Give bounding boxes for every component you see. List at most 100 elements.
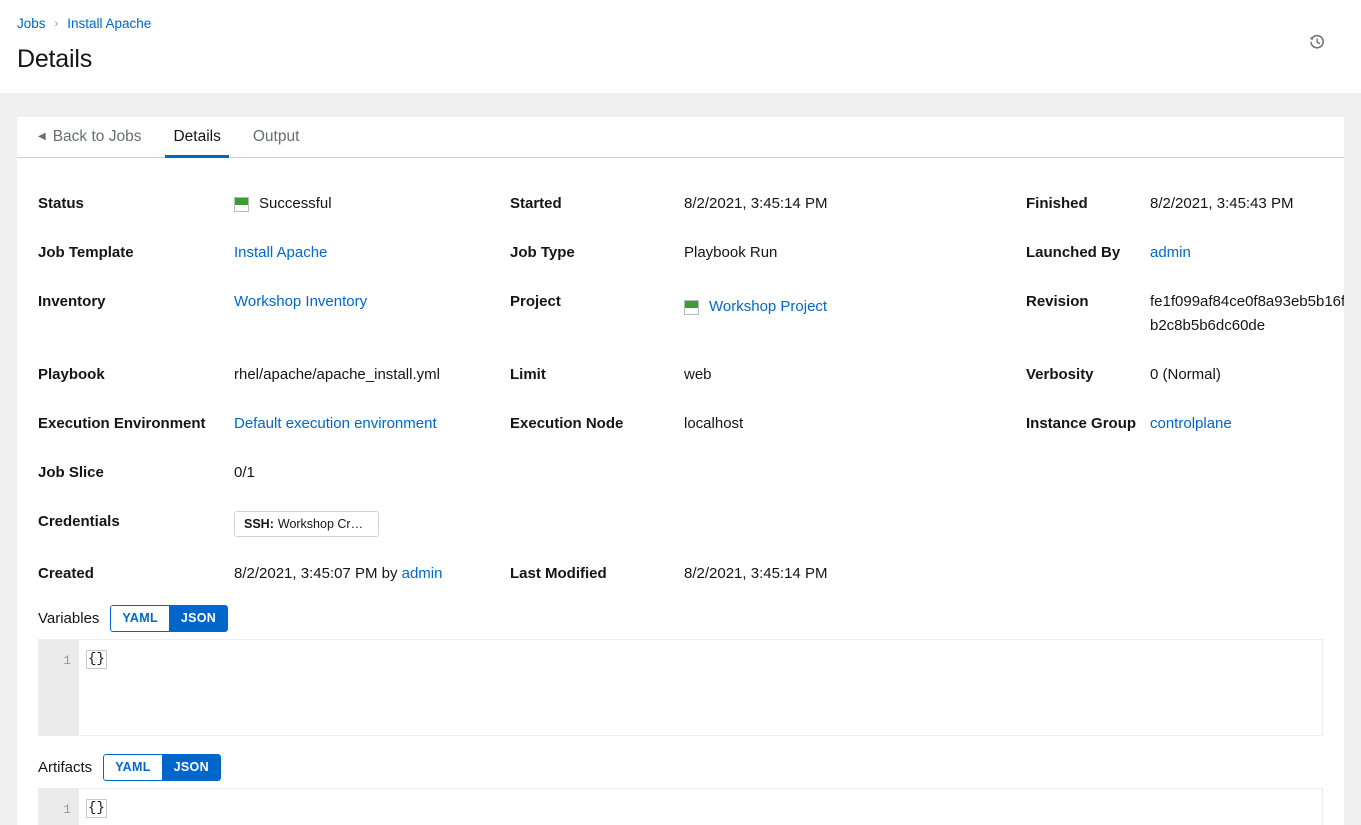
- value-execution-node: localhost: [684, 415, 744, 432]
- status-text: Successful: [259, 195, 332, 212]
- history-icon[interactable]: [1303, 28, 1331, 56]
- label-status: Status: [38, 195, 84, 212]
- label-project: Project: [510, 293, 561, 310]
- chevron-right-icon: ›: [54, 17, 59, 30]
- label-playbook: Playbook: [38, 366, 105, 383]
- spacer-i: [1026, 550, 1150, 576]
- artifacts-yaml-button[interactable]: YAML: [103, 754, 162, 781]
- artifacts-gutter: 1: [39, 789, 79, 825]
- label-limit: Limit: [510, 366, 546, 383]
- link-job-template[interactable]: Install Apache: [234, 244, 327, 261]
- variables-format-toggle: YAML JSON: [110, 605, 229, 632]
- value-started: 8/2/2021, 3:45:14 PM: [684, 195, 828, 212]
- value-finished: 8/2/2021, 3:45:43 PM: [1150, 195, 1294, 212]
- label-launched-by: Launched By: [1026, 244, 1121, 261]
- label-verbosity: Verbosity: [1026, 366, 1094, 383]
- variables-yaml-button[interactable]: YAML: [110, 605, 169, 632]
- credential-chip[interactable]: SSH: Workshop Cred...: [234, 511, 379, 537]
- value-inventory: Workshop Inventory: [234, 278, 510, 327]
- spacer-h: [1150, 498, 1344, 523]
- value-created: 8/2/2021, 3:45:07 PM by admin: [234, 550, 510, 599]
- created-timestamp: 8/2/2021, 3:45:07 PM by: [234, 565, 402, 582]
- label-finished: Finished: [1026, 195, 1088, 212]
- artifacts-code[interactable]: {}: [79, 789, 1322, 825]
- link-instance-group[interactable]: controlplane: [1150, 415, 1232, 432]
- value-status: Successful: [234, 180, 510, 229]
- spacer-b: [684, 449, 1026, 474]
- artifacts-label: Artifacts: [38, 758, 93, 776]
- label-created: Created: [38, 565, 94, 582]
- value-job-slice: 0/1: [234, 464, 255, 481]
- breadcrumb-item-install-apache[interactable]: Install Apache: [67, 17, 151, 31]
- credential-chip-value: Workshop Cred...: [277, 517, 369, 531]
- label-job-slice: Job Slice: [38, 464, 104, 481]
- variables-gutter: 1: [39, 640, 79, 735]
- label-revision: Revision: [1026, 293, 1089, 310]
- link-project[interactable]: Workshop Project: [709, 295, 827, 319]
- spacer-a: [510, 449, 684, 475]
- back-to-jobs-button[interactable]: ◀ Back to Jobs: [38, 117, 157, 157]
- label-last-modified: Last Modified: [510, 565, 607, 582]
- artifacts-editor[interactable]: 1 {}: [38, 788, 1323, 825]
- project-status-square-icon: [684, 299, 699, 315]
- spacer-e: [510, 498, 684, 524]
- tab-bar: ◀ Back to Jobs Details Output: [17, 117, 1344, 158]
- variables-json-button[interactable]: JSON: [168, 605, 229, 632]
- artifacts-json-button[interactable]: JSON: [161, 754, 221, 781]
- value-limit: web: [684, 366, 712, 383]
- value-launched-by: admin: [1150, 229, 1344, 278]
- value-playbook: rhel/apache/apache_install.yml: [234, 366, 440, 383]
- artifacts-header: Artifacts YAML JSON: [38, 748, 1323, 788]
- page-header: Jobs › Install Apache Details: [0, 0, 1361, 93]
- spacer-j: [1150, 550, 1344, 575]
- value-verbosity: 0 (Normal): [1150, 366, 1221, 383]
- link-execution-environment[interactable]: Default execution environment: [234, 415, 437, 432]
- caret-left-icon: ◀: [38, 131, 46, 142]
- breadcrumb-item-jobs[interactable]: Jobs: [17, 17, 46, 31]
- credential-chip-type: SSH:: [244, 517, 274, 531]
- variables-code[interactable]: {}: [79, 640, 1322, 735]
- link-inventory[interactable]: Workshop Inventory: [234, 293, 367, 310]
- value-credentials: SSH: Workshop Cred...: [234, 498, 510, 550]
- link-launched-by[interactable]: admin: [1150, 244, 1191, 261]
- variables-header: Variables YAML JSON: [38, 599, 1323, 639]
- label-job-template: Job Template: [38, 244, 134, 261]
- value-last-modified: 8/2/2021, 3:45:14 PM: [684, 565, 828, 582]
- spacer-c: [1026, 449, 1150, 475]
- breadcrumb: Jobs › Install Apache: [17, 16, 1341, 32]
- value-execution-environment: Default execution environment: [234, 400, 510, 449]
- header-actions: [1303, 28, 1331, 56]
- tab-details-label: Details: [173, 128, 221, 145]
- label-execution-node: Execution Node: [510, 415, 624, 432]
- label-execution-environment: Execution Environment: [38, 415, 206, 432]
- variables-label: Variables: [38, 609, 100, 627]
- label-credentials: Credentials: [38, 513, 120, 530]
- value-job-template: Install Apache: [234, 229, 510, 278]
- value-job-type: Playbook Run: [684, 244, 778, 261]
- label-instance-group: Instance Group: [1026, 415, 1137, 432]
- variables-section: Variables YAML JSON 1 {}: [17, 599, 1344, 736]
- value-instance-group: controlplane: [1150, 400, 1344, 449]
- details-list: Status Successful Started 8/2/2021, 3:45…: [38, 180, 1344, 599]
- link-created-by[interactable]: admin: [402, 565, 443, 582]
- details-body: Status Successful Started 8/2/2021, 3:45…: [17, 158, 1344, 599]
- spacer-f: [684, 498, 1026, 523]
- label-started: Started: [510, 195, 562, 212]
- artifacts-format-toggle: YAML JSON: [103, 754, 221, 781]
- spacer-d: [1150, 449, 1344, 474]
- value-revision: fe1f099af84ce0f8a93eb5b16fb2c8b5b6dc60de: [1150, 293, 1344, 334]
- variables-code-content: {}: [86, 650, 107, 669]
- status-square-icon: [234, 196, 249, 212]
- tab-details[interactable]: Details: [157, 117, 236, 158]
- variables-editor[interactable]: 1 {}: [38, 639, 1323, 736]
- label-inventory: Inventory: [38, 293, 106, 310]
- page-title: Details: [17, 45, 93, 73]
- back-to-jobs-label: Back to Jobs: [52, 128, 142, 145]
- details-card: ◀ Back to Jobs Details Output Status Suc…: [17, 117, 1344, 825]
- value-project: Workshop Project: [684, 278, 1026, 332]
- spacer-g: [1026, 498, 1150, 524]
- label-job-type: Job Type: [510, 244, 575, 261]
- artifacts-section: Artifacts YAML JSON 1 {}: [17, 748, 1344, 825]
- tab-output[interactable]: Output: [237, 117, 316, 157]
- tab-output-label: Output: [252, 128, 300, 145]
